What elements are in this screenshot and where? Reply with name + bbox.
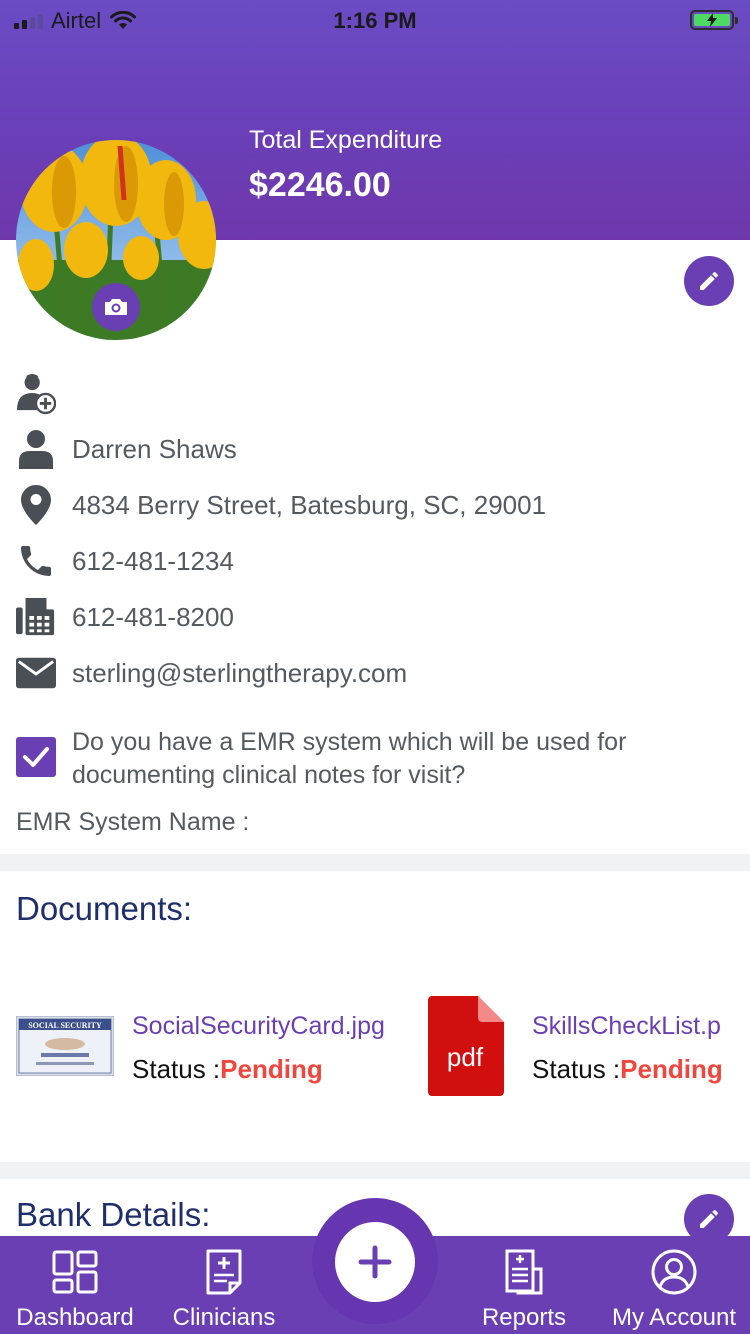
profile-phone[interactable]: 612-481-1234 xyxy=(72,546,234,577)
person-icon xyxy=(16,427,56,471)
emr-checkbox[interactable] xyxy=(16,737,56,777)
social-security-card-thumbnail[interactable]: SOCIAL SECURITY xyxy=(15,1015,115,1077)
dashboard-grid-icon xyxy=(50,1248,100,1296)
nav-item-clinicians[interactable]: Clinicians xyxy=(164,1236,284,1334)
envelope-icon xyxy=(16,651,56,695)
profile-email[interactable]: sterling@sterlingtherapy.com xyxy=(72,658,407,689)
nav-label: My Account xyxy=(611,1304,737,1331)
svg-text:pdf: pdf xyxy=(447,1042,484,1072)
change-photo-button[interactable] xyxy=(92,283,140,331)
plus-icon xyxy=(358,1245,392,1279)
fax-icon xyxy=(16,595,56,639)
status-time: 1:16 PM xyxy=(333,8,417,33)
section-divider xyxy=(0,854,750,871)
nav-item-dashboard[interactable]: Dashboard xyxy=(12,1236,138,1334)
nav-label: Reports xyxy=(481,1304,567,1331)
nav-label: Clinicians xyxy=(172,1304,276,1331)
add-button[interactable] xyxy=(335,1222,415,1302)
role-row xyxy=(0,368,750,418)
nav-item-reports[interactable]: Reports xyxy=(466,1236,582,1334)
address-row: 4834 Berry Street, Batesburg, SC, 29001 xyxy=(0,480,750,530)
total-expenditure-label: Total Expenditure xyxy=(249,126,443,154)
pencil-icon xyxy=(700,1209,719,1228)
section-divider xyxy=(0,1162,750,1179)
pencil-icon xyxy=(700,271,719,290)
document-status: Status :Pending xyxy=(132,1054,323,1085)
location-pin-icon xyxy=(16,483,56,527)
svg-text:SOCIAL SECURITY: SOCIAL SECURITY xyxy=(28,1021,102,1030)
name-row: Darren Shaws xyxy=(0,424,750,474)
status-pending-value: Pending xyxy=(620,1054,723,1084)
reports-document-icon xyxy=(499,1248,549,1296)
profile-name: Darren Shaws xyxy=(72,433,237,464)
document-status: Status :Pending xyxy=(532,1054,723,1085)
camera-icon xyxy=(105,299,127,315)
phone-row[interactable]: 612-481-1234 xyxy=(0,536,750,586)
clinician-clipboard-icon xyxy=(199,1248,249,1296)
bank-details-title: Bank Details: xyxy=(16,1196,211,1233)
fax-row: 612-481-8200 xyxy=(0,592,750,642)
email-row[interactable]: sterling@sterlingtherapy.com xyxy=(0,648,750,698)
profile-fax: 612-481-8200 xyxy=(72,601,234,632)
document-name[interactable]: SocialSecurityCard.jpg xyxy=(132,1012,385,1041)
profile-address: 4834 Berry Street, Batesburg, SC, 29001 xyxy=(72,489,547,520)
pdf-icon[interactable]: pdf xyxy=(428,996,504,1096)
documents-title: Documents: xyxy=(16,890,193,927)
checkmark-icon xyxy=(23,747,49,767)
user-circle-icon xyxy=(649,1248,699,1296)
emr-question-label: Do you have a EMR system which will be u… xyxy=(72,728,627,789)
nav-item-my-account[interactable]: My Account xyxy=(604,1236,744,1334)
status-pending-value: Pending xyxy=(220,1054,323,1084)
status-label: Status : xyxy=(132,1054,221,1084)
document-name[interactable]: SkillsCheckList.p xyxy=(532,1012,721,1041)
phone-icon xyxy=(16,539,56,583)
status-bar: Airtel 1:16 PM xyxy=(0,0,750,40)
clinician-badge-icon xyxy=(16,371,56,415)
status-label: Status : xyxy=(532,1054,621,1084)
emr-system-name-label: EMR System Name : xyxy=(16,808,250,836)
battery-charging-icon xyxy=(690,10,738,30)
nav-label: Dashboard xyxy=(16,1304,134,1331)
total-expenditure-value: $2246.00 xyxy=(249,166,391,204)
edit-profile-button[interactable] xyxy=(684,256,734,306)
